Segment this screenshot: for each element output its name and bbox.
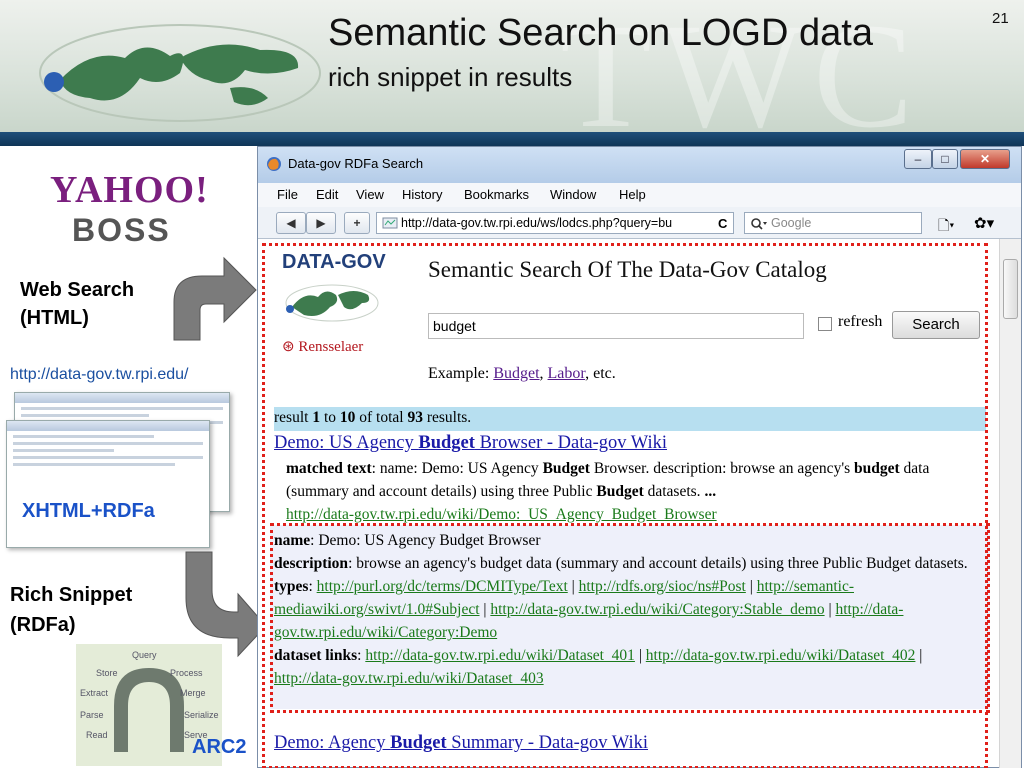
site-favicon-icon — [382, 217, 398, 229]
slide-subtitle: rich snippet in results — [328, 62, 573, 92]
navigation-toolbar: ◀ ▶ + http://data-gov.tw.rpi.edu/ws/lodc… — [258, 207, 1021, 239]
slide-number: 21 — [992, 10, 1009, 27]
menu-help[interactable]: Help — [619, 187, 646, 202]
scrollbar-thumb[interactable] — [1003, 259, 1018, 319]
rich-snippet-label-line1: Rich Snippet — [10, 584, 133, 606]
menu-history[interactable]: History — [402, 187, 442, 202]
rich-snippet-label: Rich Snippet (RDFa) — [10, 580, 132, 640]
close-button[interactable]: ✕ — [960, 149, 1010, 169]
curved-arrow-icon — [173, 256, 257, 341]
web-search-label-line2: (HTML) — [20, 307, 89, 329]
page-content: DATA-GOV ⊛ Rensselaer Semantic Search Of… — [258, 239, 998, 768]
arc2-label: ARC2 — [192, 736, 247, 758]
menu-file[interactable]: File — [277, 187, 298, 202]
screenshot-thumbnail-front — [6, 420, 210, 548]
menu-window[interactable]: Window — [550, 187, 596, 202]
firefox-icon — [267, 157, 281, 171]
search-engine-icon[interactable] — [750, 217, 768, 230]
arc-word-serialize: Serialize — [184, 710, 219, 720]
slide-header: TWC Semantic Search on LOGD data rich sn… — [0, 0, 1024, 159]
page-highlight-border — [262, 243, 988, 768]
window-title: Data-gov RDFa Search — [288, 156, 424, 171]
web-search-label: Web Search (HTML) — [20, 276, 134, 332]
arc-word-process: Process — [170, 668, 203, 678]
site-url-label: http://data-gov.tw.rpi.edu/ — [10, 366, 189, 383]
search-field[interactable]: Google — [744, 212, 922, 234]
add-bookmark-button[interactable]: + — [344, 212, 370, 234]
vertical-scrollbar[interactable] — [999, 239, 1021, 768]
arc-word-parse: Parse — [80, 710, 104, 720]
address-bar[interactable]: http://data-gov.tw.rpi.edu/ws/lodcs.php?… — [376, 212, 734, 234]
menu-bookmarks[interactable]: Bookmarks — [464, 187, 529, 202]
menu-view[interactable]: View — [356, 187, 384, 202]
yahoo-logo: YAHOO! — [50, 169, 209, 211]
boss-logo: BOSS — [72, 212, 171, 248]
reload-icon[interactable]: C — [718, 216, 727, 231]
arc-word-read: Read — [86, 730, 108, 740]
arc-word-merge: Merge — [180, 688, 206, 698]
web-search-label-line1: Web Search — [20, 279, 135, 301]
twc-globe-logo-icon — [39, 24, 321, 122]
curved-arrow-down-icon — [185, 551, 267, 658]
minimize-button[interactable]: – — [904, 149, 932, 169]
forward-button[interactable]: ▶ — [306, 212, 336, 234]
browser-window: Data-gov RDFa Search – □ ✕ File Edit Vie… — [257, 146, 1022, 768]
page-menu-icon[interactable]: 🗋▾ — [938, 215, 954, 239]
address-text: http://data-gov.tw.rpi.edu/ws/lodcs.php?… — [401, 216, 673, 230]
maximize-button[interactable]: □ — [932, 149, 958, 169]
slide-title: Semantic Search on LOGD data — [328, 12, 873, 54]
arc-word-store: Store — [96, 668, 118, 678]
arc-word-query: Query — [132, 650, 157, 660]
menu-edit[interactable]: Edit — [316, 187, 338, 202]
header-divider-bar — [0, 132, 1024, 146]
xhtml-rdfa-label: XHTML+RDFa — [22, 500, 155, 522]
rich-snippet-label-line2: (RDFa) — [10, 614, 76, 636]
back-button[interactable]: ◀ — [276, 212, 306, 234]
menu-bar: File Edit View History Bookmarks Window … — [258, 183, 1021, 207]
window-titlebar[interactable]: Data-gov RDFa Search – □ ✕ — [258, 147, 1021, 183]
arc-word-extract: Extract — [80, 688, 109, 698]
tools-gear-icon[interactable]: ✿▾ — [974, 214, 994, 232]
